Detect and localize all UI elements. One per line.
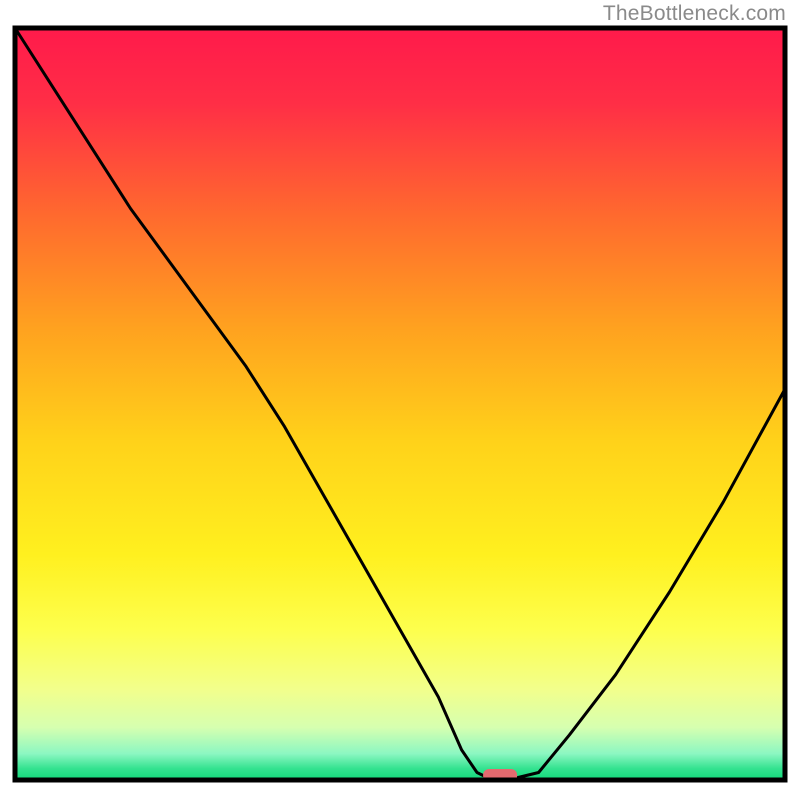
plot-background — [15, 28, 785, 780]
bottleneck-chart — [0, 0, 800, 800]
chart-container: TheBottleneck.com — [0, 0, 800, 800]
attribution-label: TheBottleneck.com — [603, 2, 786, 26]
